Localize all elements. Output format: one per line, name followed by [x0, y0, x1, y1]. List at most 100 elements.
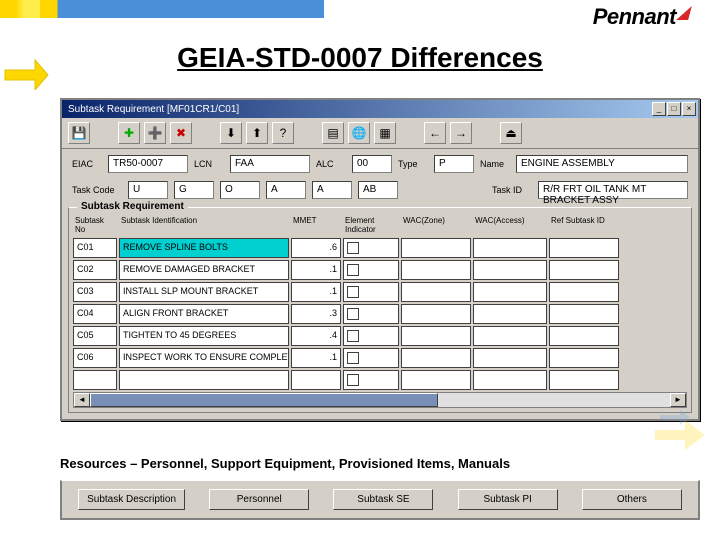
- cell-empty[interactable]: [291, 370, 341, 390]
- subtask-pi-button[interactable]: Subtask PI: [458, 489, 558, 510]
- cell-element-indicator[interactable]: [343, 348, 399, 368]
- save-icon[interactable]: 💾: [68, 122, 90, 144]
- cell-subtask-id[interactable]: ALIGN FRONT BRACKET: [119, 304, 289, 324]
- cell-wac-zone[interactable]: [401, 282, 471, 302]
- cell-wac-zone[interactable]: [401, 304, 471, 324]
- cell-empty[interactable]: [549, 370, 619, 390]
- cell-ref-subtask[interactable]: [549, 260, 619, 280]
- cell-wac-access[interactable]: [473, 238, 547, 258]
- forward-icon[interactable]: →: [450, 122, 472, 144]
- taskid-field[interactable]: R/R FRT OIL TANK MT BRACKET ASSY: [538, 181, 688, 199]
- name-field[interactable]: ENGINE ASSEMBLY: [516, 155, 688, 173]
- cell-mmet[interactable]: .4: [291, 326, 341, 346]
- exit-icon[interactable]: ⏏: [500, 122, 522, 144]
- cell-ref-subtask[interactable]: [549, 348, 619, 368]
- cell-ref-subtask[interactable]: [549, 326, 619, 346]
- cell-mmet[interactable]: .1: [291, 282, 341, 302]
- new-icon[interactable]: ✚: [118, 122, 140, 144]
- cell-subtask-no[interactable]: C06: [73, 348, 117, 368]
- cell-subtask-no[interactable]: C01: [73, 238, 117, 258]
- help-icon[interactable]: ?: [272, 122, 294, 144]
- cell-wac-access[interactable]: [473, 260, 547, 280]
- checkbox-icon[interactable]: [347, 308, 359, 320]
- maximize-button[interactable]: □: [667, 102, 681, 116]
- download-icon[interactable]: ⬇: [220, 122, 242, 144]
- cell-ref-subtask[interactable]: [549, 304, 619, 324]
- cell-element-indicator[interactable]: [343, 260, 399, 280]
- personnel-button[interactable]: Personnel: [209, 489, 309, 510]
- checkbox-icon[interactable]: [347, 352, 359, 364]
- cell-subtask-id[interactable]: INSTALL SLP MOUNT BRACKET: [119, 282, 289, 302]
- checkbox-icon[interactable]: [347, 330, 359, 342]
- cell-subtask-no[interactable]: C03: [73, 282, 117, 302]
- cell-mmet[interactable]: .1: [291, 348, 341, 368]
- cell-empty[interactable]: [343, 370, 399, 390]
- table-row: C05TIGHTEN TO 45 DEGREES.4: [73, 326, 687, 346]
- scroll-left-icon[interactable]: ◄: [74, 393, 90, 407]
- cell-subtask-id[interactable]: INSPECT WORK TO ENSURE COMPLETION: [119, 348, 289, 368]
- cell-wac-access[interactable]: [473, 348, 547, 368]
- cell-wac-zone[interactable]: [401, 326, 471, 346]
- cell-ref-subtask[interactable]: [549, 238, 619, 258]
- upload-icon[interactable]: ⬆: [246, 122, 268, 144]
- page-icon[interactable]: ▤: [322, 122, 344, 144]
- subtask-grid: Subtask No Subtask Identification MMET E…: [73, 214, 687, 408]
- tc2-field[interactable]: G: [174, 181, 214, 199]
- cell-wac-zone[interactable]: [401, 238, 471, 258]
- tc4-field[interactable]: A: [266, 181, 306, 199]
- cell-empty[interactable]: [119, 370, 289, 390]
- decorative-arrows-bg: [650, 405, 710, 460]
- window-title: Subtask Requirement [MF01CR1/C01]: [64, 104, 239, 115]
- cell-subtask-id[interactable]: TIGHTEN TO 45 DEGREES: [119, 326, 289, 346]
- back-icon[interactable]: ←: [424, 122, 446, 144]
- subtask-se-button[interactable]: Subtask SE: [333, 489, 433, 510]
- scroll-thumb[interactable]: [90, 393, 438, 407]
- subtask-description-button[interactable]: Subtask Description: [78, 489, 185, 510]
- cell-element-indicator[interactable]: [343, 304, 399, 324]
- tc3-field[interactable]: O: [220, 181, 260, 199]
- cell-subtask-no[interactable]: C05: [73, 326, 117, 346]
- checkbox-icon[interactable]: [347, 242, 359, 254]
- tc1-field[interactable]: U: [128, 181, 168, 199]
- grid-scrollbar[interactable]: ◄ ►: [73, 392, 687, 408]
- cell-wac-access[interactable]: [473, 282, 547, 302]
- col-subtask-id: Subtask Identification: [119, 214, 289, 236]
- cell-wac-access[interactable]: [473, 304, 547, 324]
- tc6-field[interactable]: AB: [358, 181, 398, 199]
- cell-subtask-id[interactable]: REMOVE DAMAGED BRACKET: [119, 260, 289, 280]
- cell-mmet[interactable]: .1: [291, 260, 341, 280]
- cell-subtask-id[interactable]: REMOVE SPLINE BOLTS: [119, 238, 289, 258]
- cell-element-indicator[interactable]: [343, 326, 399, 346]
- close-button[interactable]: ×: [682, 102, 696, 116]
- cell-mmet[interactable]: .6: [291, 238, 341, 258]
- lcn-field[interactable]: FAA: [230, 155, 310, 173]
- type-field[interactable]: P: [434, 155, 474, 173]
- delete-icon[interactable]: ✖: [170, 122, 192, 144]
- minimize-button[interactable]: _: [652, 102, 666, 116]
- cell-subtask-no[interactable]: C02: [73, 260, 117, 280]
- cell-ref-subtask[interactable]: [549, 282, 619, 302]
- cell-empty[interactable]: [401, 370, 471, 390]
- cell-element-indicator[interactable]: [343, 282, 399, 302]
- cell-wac-access[interactable]: [473, 326, 547, 346]
- eiac-field[interactable]: TR50-0007: [108, 155, 188, 173]
- globe-icon[interactable]: 🌐: [348, 122, 370, 144]
- checkbox-icon[interactable]: [347, 286, 359, 298]
- cell-element-indicator[interactable]: [343, 238, 399, 258]
- brand-name: Pennant: [593, 4, 676, 30]
- groupbox-title: Subtask Requirement: [77, 201, 188, 212]
- cell-empty[interactable]: [473, 370, 547, 390]
- alc-field[interactable]: 00: [352, 155, 392, 173]
- cell-empty[interactable]: [73, 370, 117, 390]
- cell-wac-zone[interactable]: [401, 348, 471, 368]
- others-button[interactable]: Others: [582, 489, 682, 510]
- grid-icon[interactable]: ▦: [374, 122, 396, 144]
- cell-wac-zone[interactable]: [401, 260, 471, 280]
- taskid-label: Task ID: [492, 185, 532, 195]
- add-icon[interactable]: ➕: [144, 122, 166, 144]
- cell-subtask-no[interactable]: C04: [73, 304, 117, 324]
- checkbox-icon[interactable]: [347, 264, 359, 276]
- cell-mmet[interactable]: .3: [291, 304, 341, 324]
- col-wac-zone: WAC(Zone): [401, 214, 471, 236]
- tc5-field[interactable]: A: [312, 181, 352, 199]
